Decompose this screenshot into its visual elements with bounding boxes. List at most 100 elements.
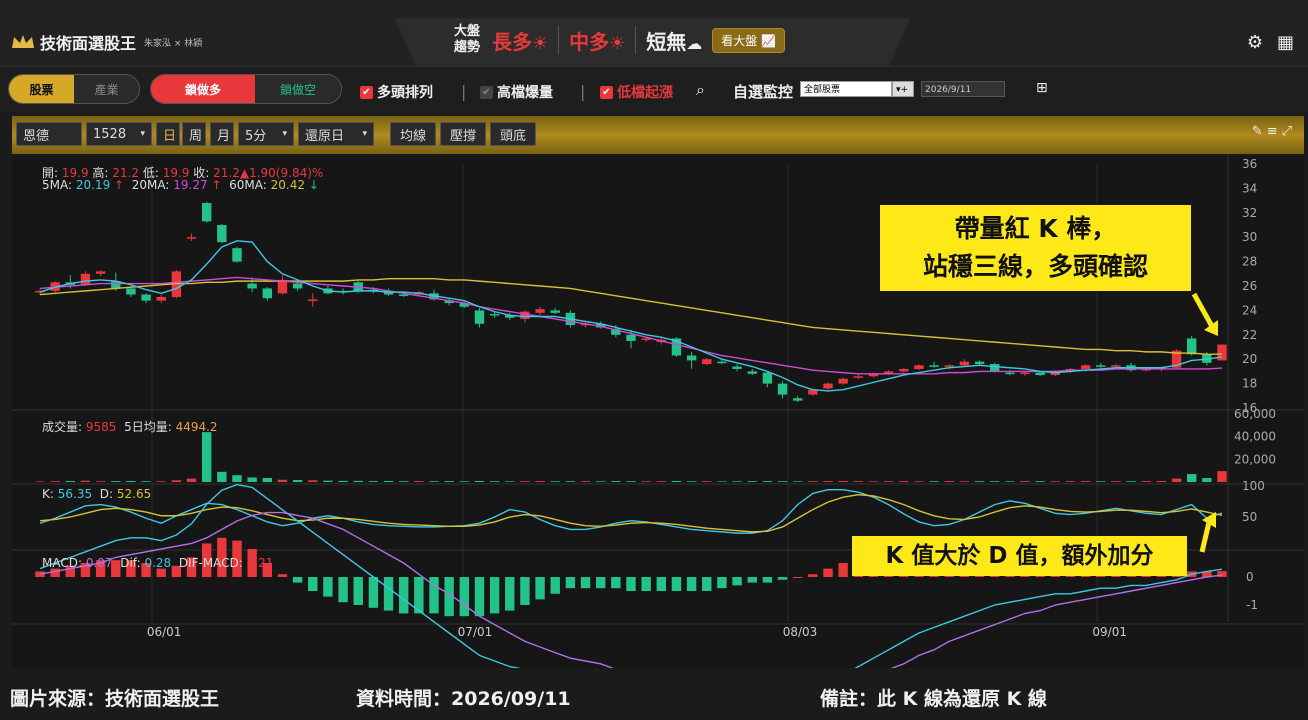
macd-osc-bar	[641, 577, 651, 591]
macd-osc-bar	[520, 577, 530, 605]
tab-lock-long[interactable]: 鎖做多	[151, 75, 255, 103]
period-week-button[interactable]: 周	[182, 122, 206, 146]
stock-name-field[interactable]: 恩德	[16, 122, 82, 146]
volume-bar	[565, 481, 576, 482]
candle-body	[823, 383, 833, 389]
volume-bar	[868, 481, 879, 482]
candle-body	[308, 299, 318, 301]
toolbar-right-icons: ✎≡⤢	[1252, 124, 1296, 139]
period-day-button[interactable]: 日	[156, 122, 180, 146]
callout-volume-red-candle: 帶量紅 K 棒， 站穩三線，多頭確認	[880, 205, 1191, 291]
volume-bar	[353, 480, 363, 482]
candle-body	[232, 248, 242, 262]
candle-body	[838, 378, 848, 384]
volume-tick-label: 20,000	[1234, 452, 1276, 466]
volume-bar	[262, 478, 273, 482]
watch-spin-buttons[interactable]: ▾+	[892, 81, 914, 97]
volume-bar	[247, 477, 257, 482]
candle-body	[1005, 372, 1015, 375]
volume-bar	[747, 481, 757, 482]
volume-bar	[292, 479, 303, 482]
opt-low-rise[interactable]: ✔ 低檔起漲	[600, 82, 673, 102]
gear-icon[interactable]: ⚙	[1247, 32, 1263, 53]
volume-legend: 成交量: 9585 5日均量: 4494.2	[42, 420, 218, 434]
search-icon[interactable]: ⌕	[696, 80, 705, 100]
volume-bar	[459, 481, 470, 482]
opt-high-volume[interactable]: ✔ 高檔爆量	[480, 82, 553, 102]
candle-body	[262, 288, 273, 299]
volume-bar	[914, 481, 924, 482]
candle-body	[292, 283, 303, 289]
macd-legend: MACD: 0.07 Dif: 0.28 DIF-MACD: 0.21	[42, 556, 274, 570]
candle-body	[1080, 365, 1091, 369]
checkbox-checked-icon: ✔	[360, 85, 373, 99]
volume-bar	[1096, 481, 1106, 482]
macd-osc-bar	[747, 577, 757, 583]
volume-bar	[505, 481, 515, 482]
tool-ma-button[interactable]: 均線	[390, 122, 436, 146]
candle-body	[853, 376, 864, 378]
price-tick-label: 28	[1242, 255, 1257, 269]
volume-bar	[929, 481, 939, 482]
macd-osc-bar	[762, 577, 773, 583]
tool-support-button[interactable]: 壓撐	[440, 122, 486, 146]
macd-tick-label: 0	[1246, 570, 1254, 584]
stock-code-field[interactable]: 1528 ▾	[86, 122, 152, 146]
x-tick-label: 06/01	[147, 625, 182, 639]
cloud-icon: ☁	[686, 33, 703, 53]
interval-select[interactable]: 5分 ▾	[238, 122, 294, 146]
volume-bar	[550, 481, 560, 482]
opt-bull-alignment[interactable]: ✔ 多頭排列	[360, 82, 433, 102]
macd-osc-bar	[277, 574, 288, 577]
period-month-button[interactable]: 月	[210, 122, 234, 146]
volume-bar	[626, 481, 636, 482]
volume-bar	[974, 481, 985, 482]
settings-sliders-icon[interactable]: ≡	[1267, 124, 1282, 139]
sun-icon: ☀	[532, 32, 549, 54]
expand-icon[interactable]: ⤢	[1282, 124, 1296, 139]
chart-toolbar: 恩德 1528 ▾ 日 周 月 5分 ▾ 還原日 ▾ 均線 壓撐 頭底 ✎≡⤢	[12, 116, 1304, 154]
adjust-select[interactable]: 還原日 ▾	[298, 122, 374, 146]
candle-body	[247, 283, 257, 289]
grid-menu-icon[interactable]: ▦	[1277, 32, 1294, 53]
macd-tick-label: -1	[1246, 598, 1258, 612]
candle-body	[1096, 365, 1106, 367]
candle-body	[95, 271, 106, 274]
pen-icon[interactable]: ✎	[1252, 124, 1267, 139]
mid-trend: 中多☀	[569, 29, 626, 54]
macd-osc-bar	[338, 577, 348, 603]
candle-body	[959, 361, 970, 366]
crown-icon	[12, 35, 34, 48]
candle-body	[535, 309, 545, 313]
price-tick-label: 32	[1242, 206, 1257, 220]
macd-osc-bar	[323, 577, 333, 597]
candle-body	[201, 203, 212, 222]
tab-lock-short[interactable]: 鎖做空	[254, 75, 341, 103]
macd-osc-bar	[580, 577, 591, 589]
footer-time: 資料時間：2026/09/11	[356, 688, 571, 710]
volume-bar	[702, 481, 712, 482]
tab-stock[interactable]: 股票	[9, 75, 74, 103]
top-bar: 技術面選股王 朱家泓 × 林穎 大盤 趨勢 長多☀ 中多☀ 短無☁ 看大盤 📈 ⚙…	[0, 0, 1308, 66]
footer-source: 圖片來源：技術面選股王	[10, 688, 220, 710]
macd-osc-bar	[383, 577, 394, 611]
candle-body	[80, 273, 91, 285]
calendar-grid-icon[interactable]: ⊞	[1036, 80, 1048, 96]
kd-tick-label: 50	[1242, 510, 1257, 524]
watch-select[interactable]: 全部股票	[800, 81, 892, 97]
footer-note: 備註：此 K 線為還原 K 線	[820, 688, 1047, 710]
checkbox-checked-icon: ✔	[600, 85, 613, 99]
volume-bar	[1111, 481, 1121, 482]
app-logo[interactable]: 技術面選股王 朱家泓 × 林穎	[10, 30, 202, 54]
long-trend: 長多☀	[492, 29, 549, 54]
volume-bar	[1080, 481, 1091, 482]
tool-top-bottom-button[interactable]: 頭底	[490, 122, 536, 146]
candle-body	[762, 372, 773, 384]
tab-industry[interactable]: 產業	[74, 75, 139, 103]
date-select[interactable]: 2026/9/11	[921, 81, 1005, 97]
volume-bar	[1035, 481, 1045, 482]
macd-osc-bar	[489, 577, 500, 614]
macd-osc-bar	[702, 577, 712, 591]
view-market-button[interactable]: 看大盤 📈	[712, 27, 786, 53]
candle-body	[141, 294, 151, 301]
